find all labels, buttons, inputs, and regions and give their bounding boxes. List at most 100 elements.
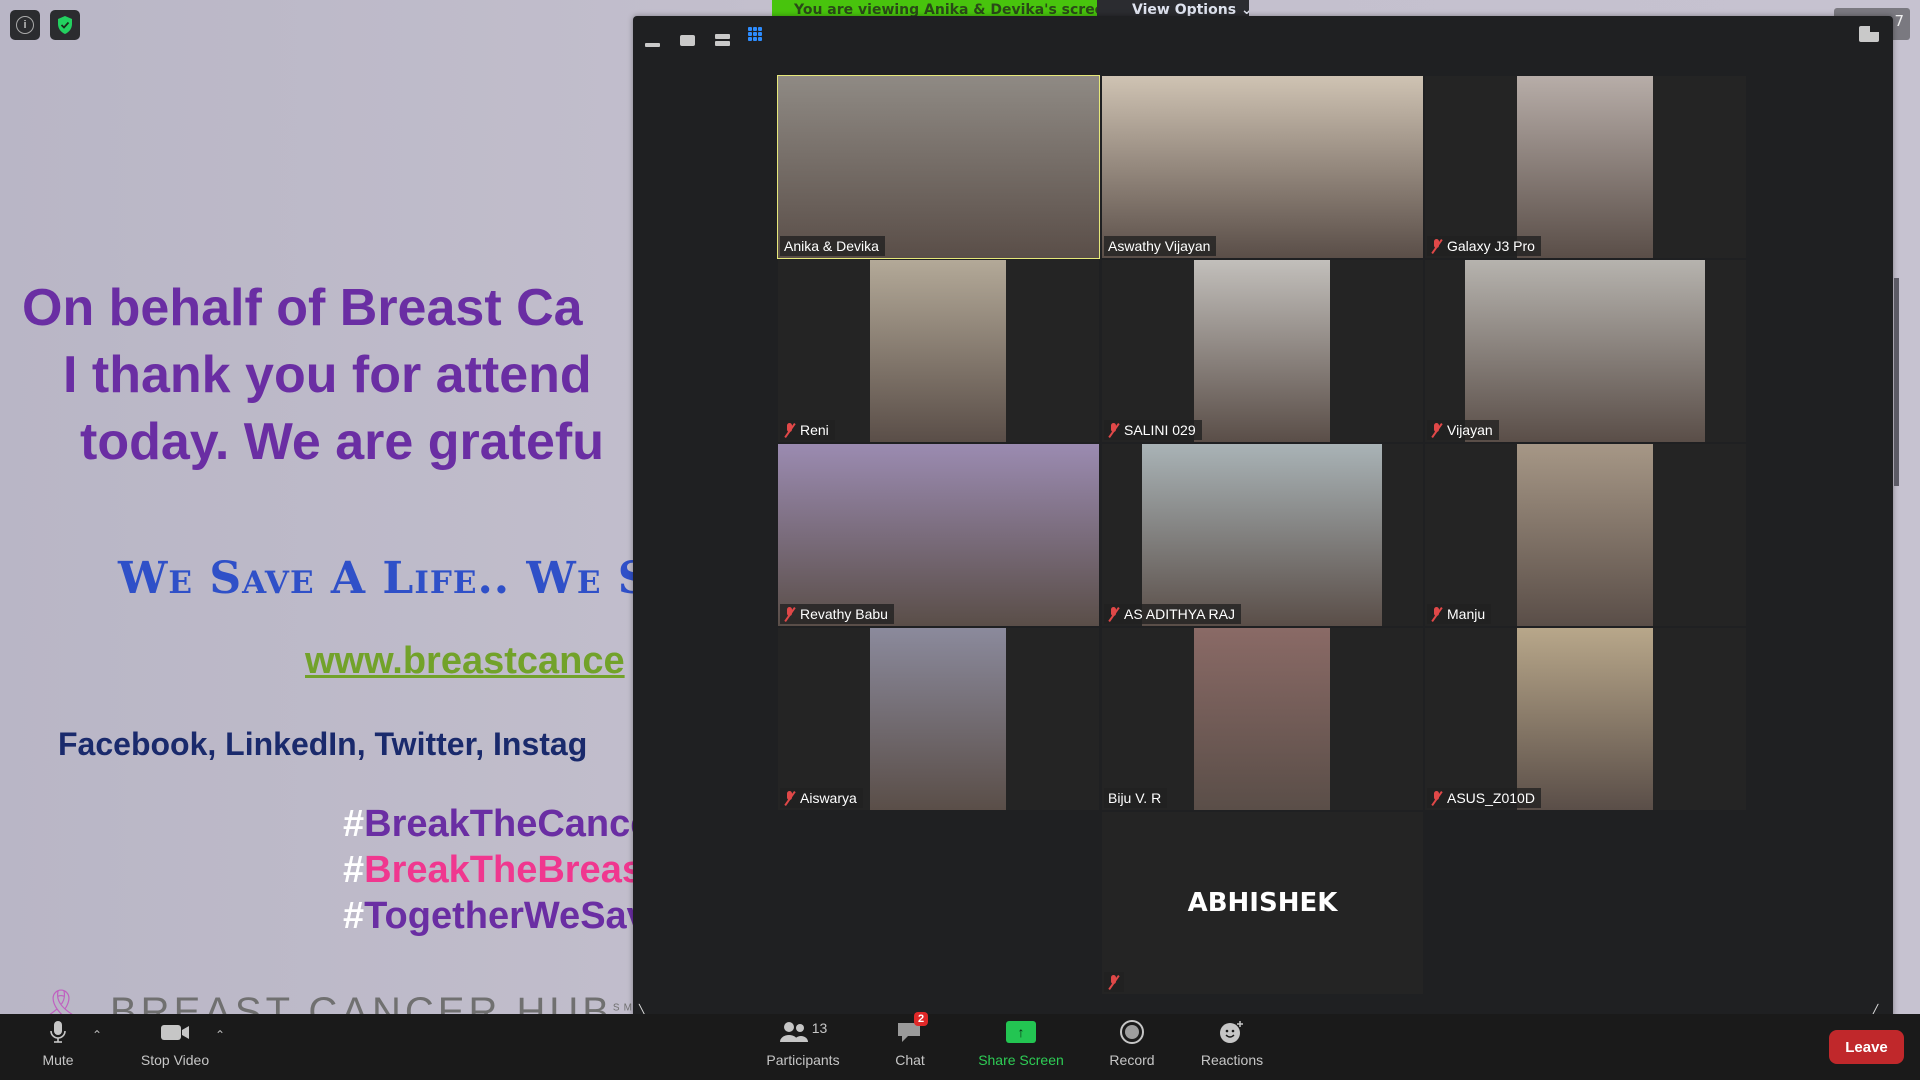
participant-name-tag: Galaxy J3 Pro (1427, 236, 1541, 256)
mic-muted-icon (1431, 607, 1441, 621)
grid-icon-dot (758, 32, 762, 36)
chat-button[interactable]: 2 Chat (888, 1012, 932, 1080)
participant-name-tag: Manju (1427, 604, 1492, 624)
audio-options-caret[interactable]: ⌃ (92, 1028, 102, 1042)
participant-tile[interactable]: AS ADITHYA RAJ (1102, 444, 1423, 626)
reactions-button[interactable]: Reactions (1198, 1014, 1266, 1080)
speaker-view-button[interactable] (678, 33, 696, 47)
participant-name: Aswathy Vijayan (1108, 238, 1211, 254)
participant-name: Galaxy J3 Pro (1447, 238, 1535, 254)
mic-muted-icon (784, 607, 794, 621)
video-options-caret[interactable]: ⌃ (215, 1028, 225, 1042)
participant-video (1517, 628, 1653, 810)
slide-line-1: On behalf of Breast Ca (22, 279, 583, 337)
participant-video (778, 76, 1099, 258)
exit-fullscreen-button[interactable] (1859, 26, 1879, 42)
mic-muted-icon (1108, 607, 1118, 621)
share-screen-button[interactable]: ↑ Share Screen (974, 1014, 1068, 1080)
microphone-icon (49, 1014, 67, 1050)
participant-tile[interactable]: Revathy Babu (778, 444, 1099, 626)
grid-icon-dot (748, 37, 752, 41)
share-arrow-icon: ↑ (1006, 1021, 1036, 1043)
participant-video (1194, 628, 1330, 810)
participants-label: Participants (766, 1052, 840, 1068)
participant-tile[interactable]: Reni (778, 260, 1099, 442)
participant-name: SALINI 029 (1124, 422, 1196, 438)
participant-name: ASUS_Z010D (1447, 790, 1535, 806)
grid-icon-dot (758, 37, 762, 41)
gallery-scrollbar[interactable] (1894, 278, 1899, 486)
participants-button[interactable]: 13 Participants (762, 1014, 844, 1080)
slide-website-link: www.breastcance (305, 640, 625, 682)
participants-icon: 13 (779, 1014, 828, 1050)
participant-tile[interactable]: Galaxy J3 Pro (1425, 76, 1746, 258)
ribbon-logo-icon: 🎗 (42, 988, 81, 1014)
chat-unread-badge: 2 (914, 1012, 929, 1026)
stop-video-button[interactable]: Stop Video (135, 1014, 215, 1080)
security-button[interactable] (50, 10, 80, 40)
minimize-button[interactable] (643, 33, 661, 47)
participant-name-tag: Reni (780, 420, 835, 440)
participant-tile[interactable]: Aiswarya (778, 628, 1099, 810)
mic-muted-icon (1108, 423, 1118, 437)
participant-name-tag (1104, 972, 1124, 992)
grid-icon-dot (758, 27, 762, 31)
participant-video (870, 260, 1006, 442)
info-icon: i (16, 16, 34, 34)
grid-icon-dot (753, 32, 757, 36)
participant-name: Manju (1447, 606, 1486, 622)
chat-label: Chat (895, 1052, 925, 1068)
participant-tile[interactable]: Manju (1425, 444, 1746, 626)
record-icon (1120, 1020, 1144, 1044)
minimize-icon (644, 43, 660, 47)
strip-icon (714, 34, 730, 39)
meeting-toolbar: Mute ⌃ Stop Video ⌃ 13 Participants 2 Ch… (0, 1012, 1920, 1080)
grid-icon (748, 27, 752, 31)
mic-muted-icon (784, 423, 794, 437)
participant-name-tag: AS ADITHYA RAJ (1104, 604, 1241, 624)
participant-video (1517, 76, 1653, 258)
slide-hashtag-2: #BreakTheBreast (343, 849, 656, 891)
participant-name-tag: ASUS_Z010D (1427, 788, 1541, 808)
view-options-button[interactable]: View Options ⌄ (1097, 0, 1249, 16)
meeting-info-button[interactable]: i (10, 10, 40, 40)
participant-name: Anika & Devika (784, 238, 879, 254)
mic-muted-icon (1431, 791, 1441, 805)
participant-tile[interactable]: ABHISHEK (1102, 812, 1423, 994)
participant-tile[interactable]: SALINI 029 (1102, 260, 1423, 442)
participant-tile[interactable]: Vijayan (1425, 260, 1746, 442)
video-camera-icon (160, 1014, 190, 1050)
meeting-window: Anika & Devika Aswathy Vijayan Galaxy J3 P… (633, 16, 1899, 1022)
stop-video-label: Stop Video (140, 1052, 210, 1068)
reactions-smiley-icon (1219, 1014, 1245, 1050)
gallery-strip-button[interactable] (713, 33, 731, 47)
participant-name-tag: Aswathy Vijayan (1104, 236, 1217, 256)
participant-tile[interactable]: Biju V. R (1102, 628, 1423, 810)
participant-name: Aiswarya (800, 790, 857, 806)
mic-muted-icon (1431, 239, 1441, 253)
speaker-view-icon (679, 34, 695, 46)
record-button[interactable]: Record (1107, 1014, 1157, 1080)
mute-button[interactable]: Mute (38, 1014, 78, 1080)
participant-name-tag: Revathy Babu (780, 604, 894, 624)
participant-video (1517, 444, 1653, 626)
participants-count: 13 (811, 1020, 828, 1036)
participant-video (870, 628, 1006, 810)
participant-video (1194, 260, 1330, 442)
record-dot (1125, 1025, 1139, 1039)
participant-tile[interactable]: ASUS_Z010D (1425, 628, 1746, 810)
participant-video (1102, 76, 1423, 258)
participant-tile[interactable]: Aswathy Vijayan (1102, 76, 1423, 258)
participant-video (1465, 260, 1705, 442)
slide-hashtag-1: #BreakTheCance (343, 803, 652, 845)
leave-meeting-button[interactable]: Leave (1829, 1030, 1904, 1064)
reactions-label: Reactions (1200, 1052, 1264, 1068)
gallery-view-button[interactable] (748, 27, 762, 41)
participant-name: Biju V. R (1108, 790, 1162, 806)
mic-muted-icon (1431, 423, 1441, 437)
participant-name-tag: Aiswarya (780, 788, 863, 808)
participant-video (1142, 444, 1382, 626)
participant-tile[interactable]: Anika & Devika (777, 75, 1100, 259)
slide-logo-text: BREAST CANCER HUBSM (110, 990, 636, 1014)
participant-name: Vijayan (1447, 422, 1493, 438)
